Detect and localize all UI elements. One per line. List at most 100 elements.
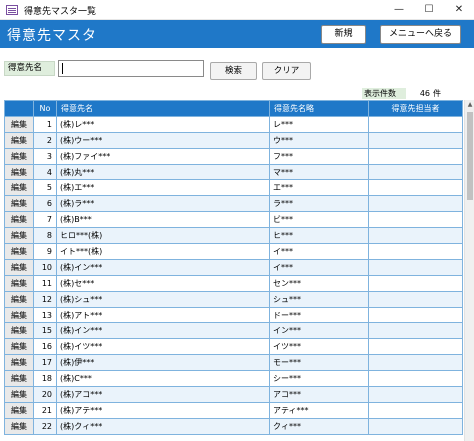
customer-abbr-cell: フ***: [269, 147, 369, 165]
column-header-customer-name: 得意先名: [56, 100, 270, 117]
minimize-button[interactable]: —: [384, 0, 414, 20]
customer-manager-cell: [368, 290, 463, 308]
edit-button[interactable]: 編集: [4, 131, 34, 149]
customer-name-cell: (株)ファイ***: [56, 147, 270, 165]
customer-name-cell: (株)アコ***: [56, 386, 270, 403]
new-button[interactable]: 新規: [321, 25, 366, 44]
column-header-customer-manager: 得意先担当者: [368, 100, 463, 117]
customer-name-cell: (株)セ***: [56, 274, 270, 292]
customer-abbr-cell: ラ***: [269, 195, 369, 213]
table-row: 編集 21 (株)アテ*** アティ***: [4, 401, 463, 419]
customer-manager-cell: [368, 195, 463, 213]
close-button[interactable]: ✕: [444, 0, 474, 20]
table-row: 編集 10 (株)イン*** イ***: [4, 258, 463, 276]
search-button[interactable]: 検索: [210, 62, 257, 80]
customer-manager-cell: [368, 417, 463, 435]
customer-manager-cell: [368, 258, 463, 276]
customer-abbr-cell: アコ***: [269, 386, 369, 403]
edit-button[interactable]: 編集: [4, 322, 34, 340]
scroll-up-arrow-icon[interactable]: ▲: [465, 100, 474, 110]
customer-abbr-cell: ウ***: [269, 131, 369, 149]
edit-button[interactable]: 編集: [4, 179, 34, 197]
edit-button[interactable]: 編集: [4, 227, 34, 245]
edit-button[interactable]: 編集: [4, 211, 34, 229]
edit-button[interactable]: 編集: [4, 417, 34, 435]
table-row: 編集 6 (株)ラ*** ラ***: [4, 195, 463, 213]
row-number: 6: [33, 195, 57, 213]
edit-button[interactable]: 編集: [4, 290, 34, 308]
table-row: 編集 15 (株)イン*** イン***: [4, 322, 463, 340]
edit-button[interactable]: 編集: [4, 401, 34, 419]
table-row: 編集 1 (株)レ*** レ***: [4, 115, 463, 133]
record-count-unit: 件: [433, 89, 441, 98]
customer-manager-cell: [368, 163, 463, 181]
customer-abbr-cell: イツ***: [269, 338, 369, 356]
back-to-menu-button[interactable]: メニューへ戻る: [380, 25, 461, 44]
table-body: 編集 1 (株)レ*** レ*** 編集 2 (株)ウー*** ウ*** 編集 3 (株)ファイ**…: [4, 115, 463, 435]
row-number: 11: [33, 274, 57, 292]
customer-manager-cell: [368, 243, 463, 260]
customer-name-cell: (株)B***: [56, 211, 270, 229]
customer-manager-cell: [368, 211, 463, 229]
customer-abbr-cell: マ***: [269, 163, 369, 181]
customer-manager-cell: [368, 179, 463, 197]
customer-abbr-cell: シュ***: [269, 290, 369, 308]
window-title: 得意先マスタ一覧: [24, 7, 97, 17]
table-row: 編集 9 イト***(株) イ***: [4, 243, 463, 260]
table-row: 編集 20 (株)アコ*** アコ***: [4, 386, 463, 403]
customer-name-cell: (株)シュ***: [56, 290, 270, 308]
table-row: 編集 13 (株)アト*** ドー***: [4, 306, 463, 324]
customer-name-cell: (株)クィ***: [56, 417, 270, 435]
edit-button[interactable]: 編集: [4, 147, 34, 165]
row-number: 10: [33, 258, 57, 276]
table-row: 編集 8 ヒロ***(株) ヒ***: [4, 227, 463, 245]
window-titlebar: 得意先マスタ一覧 — ☐ ✕: [0, 0, 474, 20]
edit-button[interactable]: 編集: [4, 258, 34, 276]
customer-manager-cell: [368, 227, 463, 245]
table-row: 編集 2 (株)ウー*** ウ***: [4, 131, 463, 149]
form-header: 得意先マスタ 新規 メニューへ戻る: [0, 20, 474, 48]
customer-abbr-cell: ヒ***: [269, 227, 369, 245]
customer-name-cell: (株)丸***: [56, 163, 270, 181]
table-row: 編集 12 (株)シュ*** シュ***: [4, 290, 463, 308]
edit-button[interactable]: 編集: [4, 370, 34, 388]
edit-button[interactable]: 編集: [4, 338, 34, 356]
table-header-row: No 得意先名 得意先名略 得意先担当者: [4, 100, 463, 117]
column-header-no: No: [33, 100, 57, 117]
clear-button[interactable]: クリア: [262, 62, 311, 80]
edit-button[interactable]: 編集: [4, 274, 34, 292]
vertical-scrollbar[interactable]: ▲: [464, 100, 474, 441]
customer-manager-cell: [368, 131, 463, 149]
table-row: 編集 11 (株)セ*** セン***: [4, 274, 463, 292]
table-row: 編集 17 (株)伊*** モー***: [4, 354, 463, 372]
customer-name-search-input[interactable]: [58, 60, 204, 77]
customer-abbr-cell: ドー***: [269, 306, 369, 324]
customer-abbr-cell: ビ***: [269, 211, 369, 229]
customer-abbr-cell: セン***: [269, 274, 369, 292]
edit-button[interactable]: 編集: [4, 243, 34, 260]
maximize-button[interactable]: ☐: [414, 0, 444, 20]
customer-name-cell: (株)アト***: [56, 306, 270, 324]
form-icon: [6, 5, 18, 15]
edit-button[interactable]: 編集: [4, 163, 34, 181]
scrollbar-thumb[interactable]: [467, 112, 473, 200]
customer-manager-cell: [368, 274, 463, 292]
row-number: 17: [33, 354, 57, 372]
customer-manager-cell: [368, 370, 463, 388]
edit-button[interactable]: 編集: [4, 306, 34, 324]
edit-button[interactable]: 編集: [4, 386, 34, 403]
column-header-edit: [4, 100, 34, 117]
row-number: 18: [33, 370, 57, 388]
customer-name-cell: (株)イン***: [56, 258, 270, 276]
edit-button[interactable]: 編集: [4, 115, 34, 133]
row-number: 3: [33, 147, 57, 165]
row-number: 2: [33, 131, 57, 149]
customer-name-cell: イト***(株): [56, 243, 270, 260]
table-row: 編集 7 (株)B*** ビ***: [4, 211, 463, 229]
edit-button[interactable]: 編集: [4, 354, 34, 372]
edit-button[interactable]: 編集: [4, 195, 34, 213]
customer-name-cell: ヒロ***(株): [56, 227, 270, 245]
customer-abbr-cell: アティ***: [269, 401, 369, 419]
column-header-customer-abbr: 得意先名略: [269, 100, 369, 117]
row-number: 4: [33, 163, 57, 181]
